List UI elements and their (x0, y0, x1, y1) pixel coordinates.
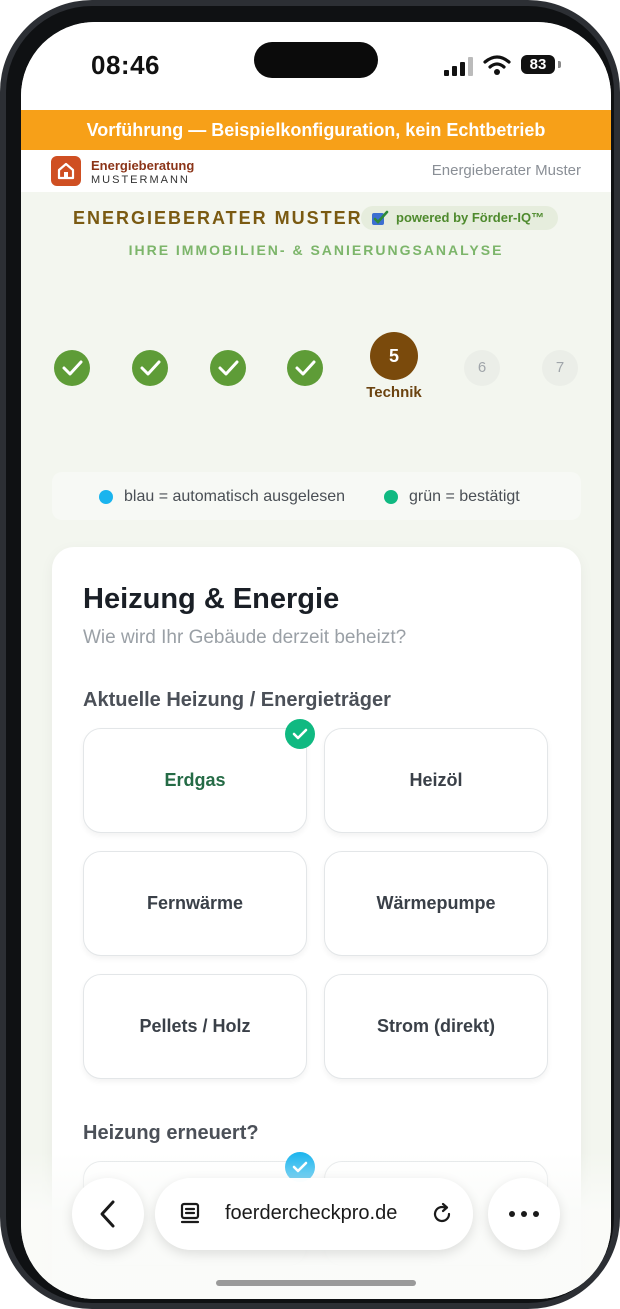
checklist-icon (372, 210, 389, 225)
option-strom-direkt[interactable]: Strom (direkt) (324, 974, 548, 1079)
phone-bezel: 08:46 83 Vorführung — Beispielkonfigurat… (6, 6, 614, 1303)
back-button[interactable] (72, 1178, 144, 1250)
home-logo-icon[interactable] (51, 156, 81, 186)
option-heizoel[interactable]: Heizöl (324, 728, 548, 833)
status-bar: 08:46 83 (21, 22, 611, 110)
step-4-done[interactable] (287, 350, 323, 386)
card-title: Heizung & Energie (83, 583, 340, 615)
option-erdgas[interactable]: Erdgas (83, 728, 307, 833)
dynamic-island (254, 42, 378, 78)
check-icon (218, 360, 239, 376)
consultant-title: ENERGIEBERATER MUSTER (73, 208, 363, 228)
signal-icon (444, 56, 474, 76)
step-5-current[interactable]: 5 (370, 332, 418, 380)
tabs-icon (180, 1202, 200, 1224)
analysis-subtitle: IHRE IMMOBILIEN- & SANIERUNGSANALYSE (128, 242, 504, 258)
check-icon (62, 360, 83, 376)
advisor-name: Energieberater Muster (431, 162, 581, 179)
card-subtitle: Wie wird Ihr Gebäude derzeit beheizt? (83, 627, 407, 648)
reload-icon[interactable] (428, 1200, 456, 1228)
step-7-pending[interactable]: 7 (542, 350, 578, 386)
battery-icon: 83 (521, 55, 555, 74)
step-6-pending[interactable]: 6 (464, 350, 500, 386)
color-legend: blau = automatisch ausgelesen grün = bes… (52, 472, 581, 520)
step-5-label: Technik (366, 384, 422, 401)
selected-check-icon (285, 719, 315, 749)
more-button[interactable] (488, 1178, 560, 1250)
more-dots-icon (509, 1211, 539, 1217)
status-time: 08:46 (91, 50, 160, 80)
powered-by-text: powered by Förder-IQ™ (396, 210, 545, 225)
url-text: foerdercheckpro.de (225, 1202, 398, 1224)
heating-type-label: Aktuelle Heizung / Energieträger (83, 689, 391, 711)
brand-subname: MUSTERMANN (91, 174, 190, 186)
green-dot-icon (384, 490, 398, 504)
step-2-done[interactable] (132, 350, 168, 386)
chevron-left-icon (100, 1200, 115, 1228)
check-icon (140, 360, 161, 376)
heating-renewed-label: Heizung erneuert? (83, 1122, 259, 1144)
option-pellets-holz[interactable]: Pellets / Holz (83, 974, 307, 1079)
blue-dot-icon (99, 490, 113, 504)
option-fernwaerme[interactable]: Fernwärme (83, 851, 307, 956)
brand-name: Energieberatung (91, 158, 195, 173)
address-bar[interactable]: foerdercheckpro.de (155, 1178, 473, 1250)
wifi-icon (483, 55, 511, 75)
home-indicator (216, 1280, 416, 1286)
option-waermepumpe[interactable]: Wärmepumpe (324, 851, 548, 956)
phone-frame: 08:46 83 Vorführung — Beispielkonfigurat… (0, 0, 620, 1309)
legend-blue-text: blau = automatisch ausgelesen (124, 488, 346, 505)
step-1-done[interactable] (54, 350, 90, 386)
powered-by-badge: powered by Förder-IQ™ (361, 206, 558, 230)
check-icon (295, 360, 316, 376)
legend-green-text: grün = bestätigt (409, 488, 520, 505)
site-header: Energieberatung MUSTERMANN Energieberate… (21, 150, 611, 192)
demo-banner: Vorführung — Beispielkonfiguration, kein… (21, 110, 611, 150)
battery-tip (558, 61, 561, 68)
screen: 08:46 83 Vorführung — Beispielkonfigurat… (21, 22, 611, 1299)
step-3-done[interactable] (210, 350, 246, 386)
